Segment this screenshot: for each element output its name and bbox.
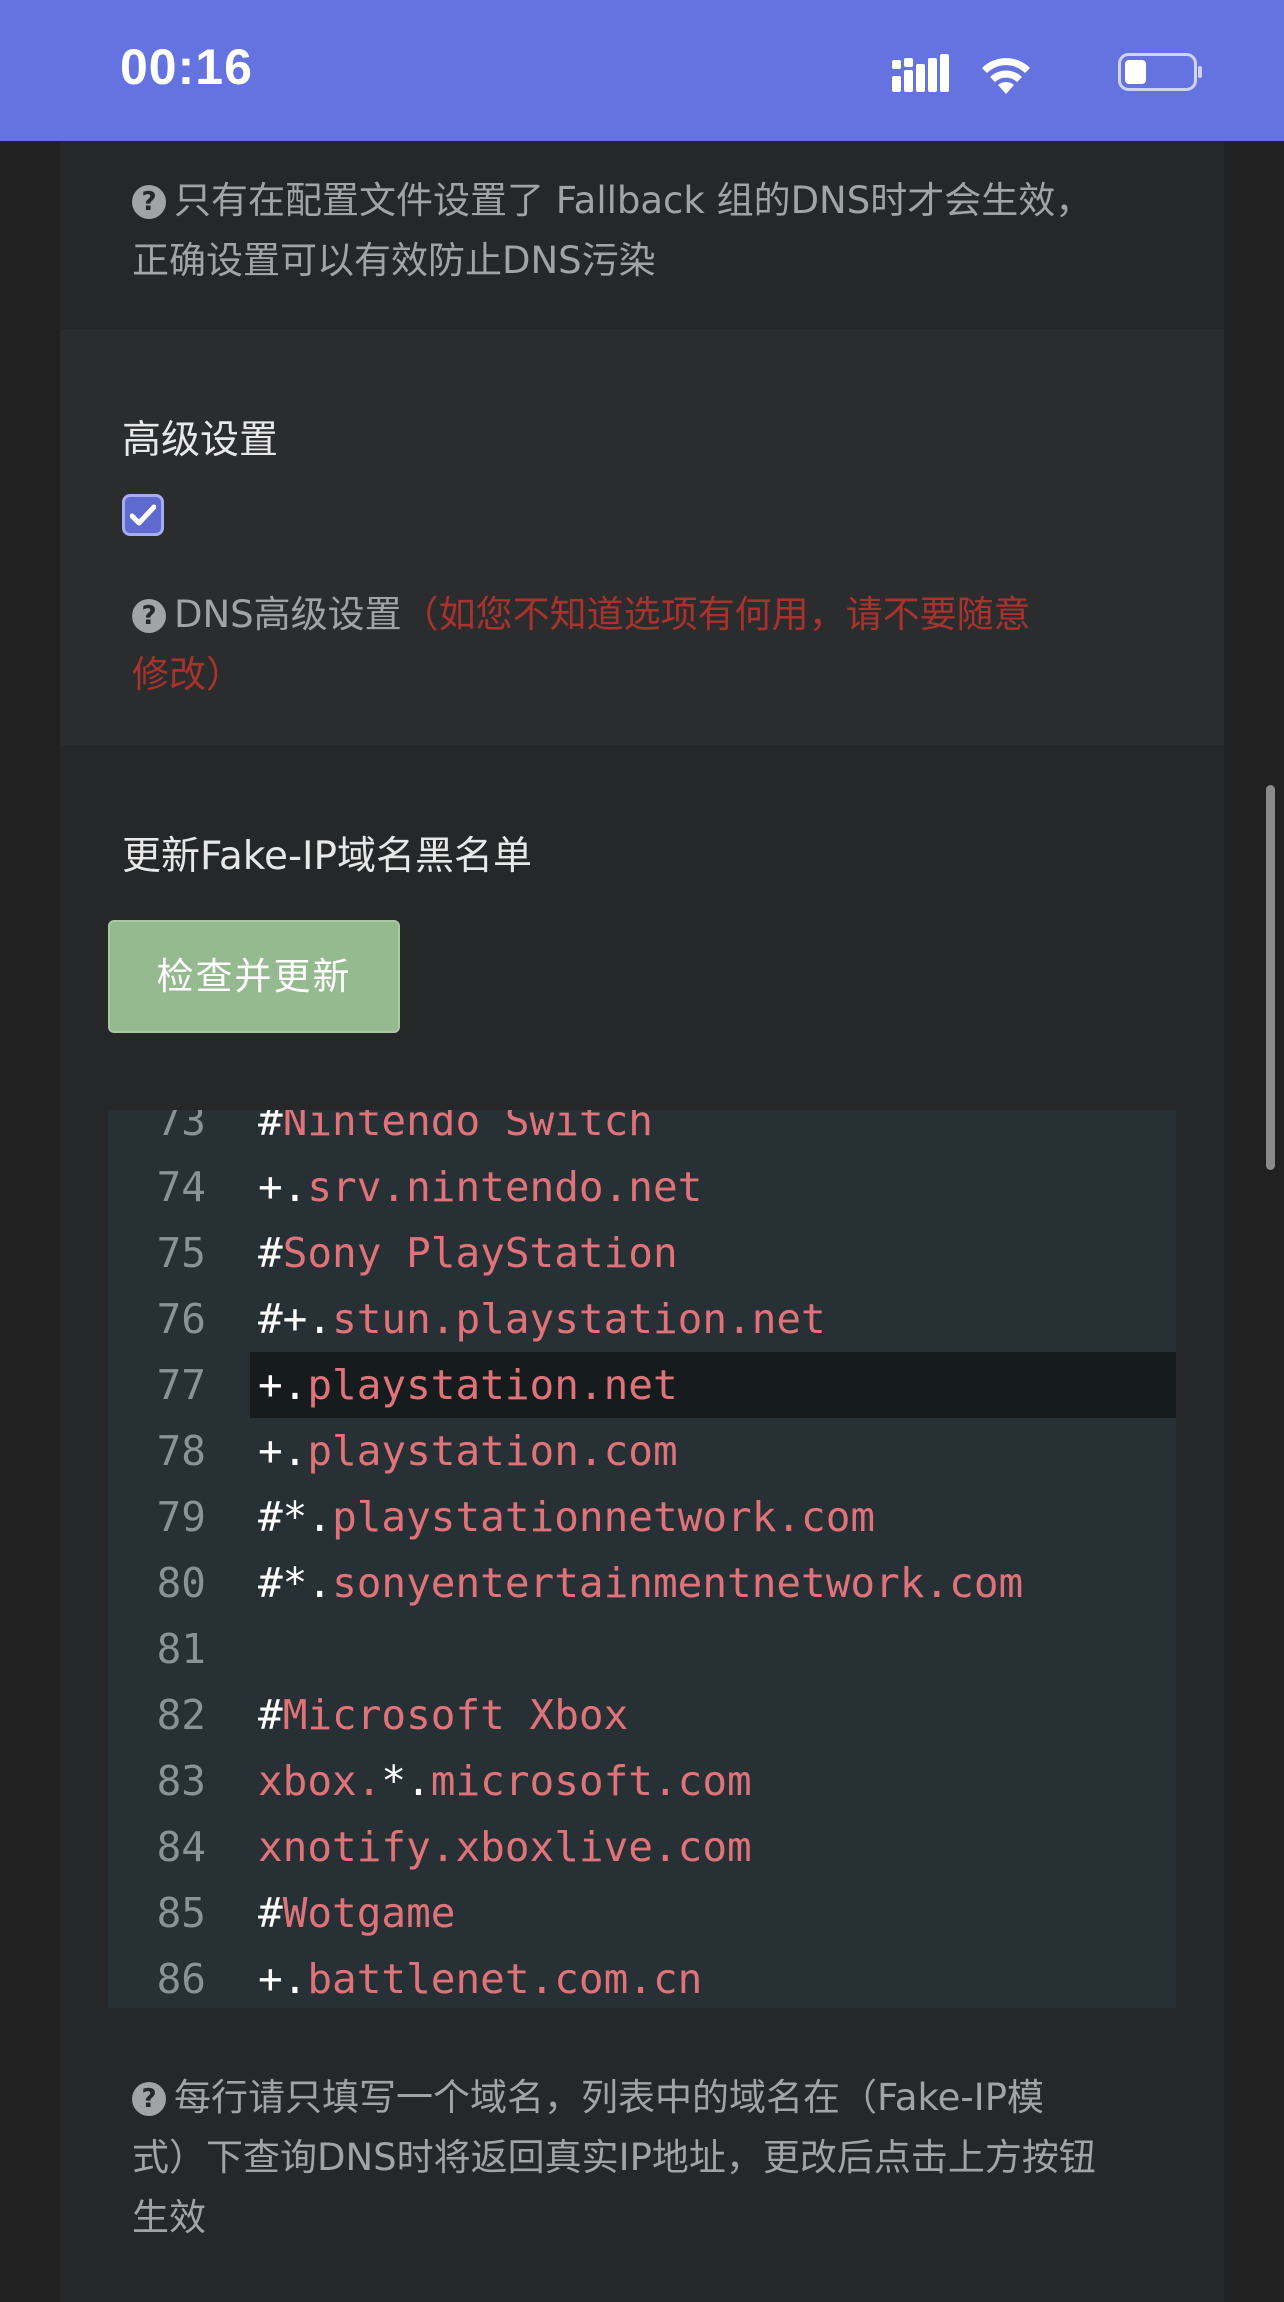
code-text: #Sony PlayStation bbox=[250, 1220, 1176, 1286]
line-number: 82 bbox=[156, 1691, 206, 1739]
code-domain: playstation.net bbox=[307, 1361, 678, 1409]
code-prefix: +. bbox=[258, 1361, 308, 1409]
code-editor[interactable]: 73 #Nintendo Switch 74 +.srv.nintendo.net 75… bbox=[108, 1110, 1176, 2008]
code-text: +.playstation.com bbox=[250, 1418, 1176, 1484]
fallback-hint: ? 只有在配置文件设置了 Fallback 组的DNS时才会生效， 正确设置可以有… bbox=[132, 171, 1162, 291]
code-line[interactable]: 77 +.playstation.net bbox=[108, 1352, 1176, 1418]
code-prefix: #*. bbox=[258, 1559, 333, 1607]
wifi-icon bbox=[982, 58, 1030, 94]
help-icon: ? bbox=[132, 599, 166, 633]
line-number: 78 bbox=[156, 1427, 206, 1475]
domain-hint-line3: 生效 bbox=[132, 2196, 206, 2239]
code-domain: Microsoft Xbox bbox=[282, 1691, 629, 1739]
code-text: #*.playstationnetwork.com bbox=[250, 1484, 1176, 1550]
line-number: 81 bbox=[156, 1625, 206, 1673]
advanced-checkbox[interactable] bbox=[122, 494, 164, 536]
code-text: xnotify.xboxlive.com bbox=[250, 1814, 1176, 1880]
battery-icon bbox=[1118, 53, 1202, 91]
code-domain: playstation.com bbox=[307, 1427, 678, 1475]
help-icon: ? bbox=[132, 185, 166, 219]
line-number: 83 bbox=[156, 1757, 206, 1805]
code-domain: xbox. bbox=[258, 1757, 382, 1805]
line-number: 85 bbox=[156, 1889, 206, 1937]
status-bar: 00:16 bbox=[0, 0, 1284, 141]
code-line[interactable]: 84 xnotify.xboxlive.com bbox=[108, 1814, 1176, 1880]
line-number: 75 bbox=[156, 1229, 206, 1277]
code-text: #*.sonyentertainmentnetwork.com bbox=[250, 1550, 1176, 1616]
code-text: +.battlenet.com.cn bbox=[250, 1946, 1176, 2008]
code-domain: srv.nintendo.net bbox=[307, 1163, 703, 1211]
code-prefix: # bbox=[258, 1691, 283, 1739]
code-prefix: #+. bbox=[258, 1295, 333, 1343]
code-prefix: # bbox=[258, 1110, 283, 1145]
code-domain: Nintendo Switch bbox=[282, 1110, 653, 1145]
code-line[interactable]: 86 +.battlenet.com.cn bbox=[108, 1946, 1176, 2008]
code-line[interactable]: 80 #*.sonyentertainmentnetwork.com bbox=[108, 1550, 1176, 1616]
line-number: 73 bbox=[156, 1110, 206, 1145]
line-number: 79 bbox=[156, 1493, 206, 1541]
code-text: +.playstation.net bbox=[250, 1352, 1176, 1418]
fallback-hint-line2: 正确设置可以有效防止DNS污染 bbox=[132, 239, 656, 282]
fallback-hint-line1: 只有在配置文件设置了 Fallback 组的DNS时才会生效， bbox=[174, 179, 1093, 222]
code-domain: stun.playstation.net bbox=[332, 1295, 826, 1343]
fallback-panel: ? 只有在配置文件设置了 Fallback 组的DNS时才会生效， 正确设置可以有… bbox=[60, 141, 1224, 329]
line-number: 76 bbox=[156, 1295, 206, 1343]
code-text: #Nintendo Switch bbox=[250, 1110, 1176, 1154]
code-line[interactable]: 81 bbox=[108, 1616, 1176, 1682]
code-text: #Microsoft Xbox bbox=[250, 1682, 1176, 1748]
code-prefix: # bbox=[258, 1889, 283, 1937]
status-time: 00:16 bbox=[120, 39, 253, 95]
advanced-hint: ? DNS高级设置（如您不知道选项有何用，请不要随意 修改） bbox=[132, 585, 1162, 705]
code-line[interactable]: 75 #Sony PlayStation bbox=[108, 1220, 1176, 1286]
code-prefix: *. bbox=[381, 1757, 431, 1805]
line-number: 86 bbox=[156, 1955, 206, 2003]
code-line[interactable]: 79 #*.playstationnetwork.com bbox=[108, 1484, 1176, 1550]
code-domain: playstationnetwork.com bbox=[332, 1493, 876, 1541]
code-domain: Sony PlayStation bbox=[282, 1229, 678, 1277]
advanced-title: 高级设置 bbox=[122, 418, 279, 463]
fakeip-title: 更新Fake-IP域名黑名单 bbox=[122, 834, 533, 879]
code-prefix: +. bbox=[258, 1163, 308, 1211]
code-line[interactable]: 73 #Nintendo Switch bbox=[108, 1110, 1176, 1154]
advanced-panel: 高级设置 ? DNS高级设置（如您不知道选项有何用，请不要随意 修改） bbox=[60, 329, 1224, 745]
domain-hint-line2: 式）下查询DNS时将返回真实IP地址，更改后点击上方按钮 bbox=[132, 2136, 1096, 2179]
line-number: 80 bbox=[156, 1559, 206, 1607]
code-domain: battlenet.com.cn bbox=[307, 1955, 703, 2003]
domain-hint: ? 每行请只填写一个域名，列表中的域名在（Fake-IP模 式）下查询DNS时将返… bbox=[132, 2068, 1162, 2248]
advanced-hint-warning-cont: 修改） bbox=[132, 653, 243, 696]
domain-hint-line1: 每行请只填写一个域名，列表中的域名在（Fake-IP模 bbox=[174, 2076, 1045, 2119]
code-prefix: +. bbox=[258, 1955, 308, 2003]
code-text: #+.stun.playstation.net bbox=[250, 1286, 1176, 1352]
code-domain: xnotify.xboxlive.com bbox=[258, 1823, 752, 1871]
help-icon: ? bbox=[132, 2082, 166, 2116]
code-line[interactable]: 78 +.playstation.com bbox=[108, 1418, 1176, 1484]
code-domain: Wotgame bbox=[282, 1889, 456, 1937]
page-scrollbar[interactable] bbox=[1266, 785, 1275, 1170]
code-lines: 73 #Nintendo Switch 74 +.srv.nintendo.net 75… bbox=[108, 1110, 1176, 2008]
line-number: 74 bbox=[156, 1163, 206, 1211]
code-prefix: # bbox=[258, 1229, 283, 1277]
check-icon bbox=[130, 504, 156, 526]
code-line[interactable]: 82 #Microsoft Xbox bbox=[108, 1682, 1176, 1748]
check-update-button[interactable]: 检查并更新 bbox=[108, 920, 400, 1033]
code-prefix: #*. bbox=[258, 1493, 333, 1541]
code-text: +.srv.nintendo.net bbox=[250, 1154, 1176, 1220]
cellular-signal-icon bbox=[892, 54, 949, 92]
code-line[interactable]: 76 #+.stun.playstation.net bbox=[108, 1286, 1176, 1352]
code-domain: microsoft.com bbox=[430, 1757, 752, 1805]
code-line[interactable]: 74 +.srv.nintendo.net bbox=[108, 1154, 1176, 1220]
code-line[interactable]: 83 xbox.*.microsoft.com bbox=[108, 1748, 1176, 1814]
code-prefix: +. bbox=[258, 1427, 308, 1475]
code-domain: sonyentertainmentnetwork.com bbox=[332, 1559, 1024, 1607]
code-text: #Wotgame bbox=[250, 1880, 1176, 1946]
advanced-hint-text: DNS高级设置 bbox=[174, 593, 402, 636]
advanced-hint-warning: （如您不知道选项有何用，请不要随意 bbox=[401, 593, 1031, 636]
line-number: 77 bbox=[156, 1361, 206, 1409]
line-number: 84 bbox=[156, 1823, 206, 1871]
code-line[interactable]: 85 #Wotgame bbox=[108, 1880, 1176, 1946]
code-text: xbox.*.microsoft.com bbox=[250, 1748, 1176, 1814]
